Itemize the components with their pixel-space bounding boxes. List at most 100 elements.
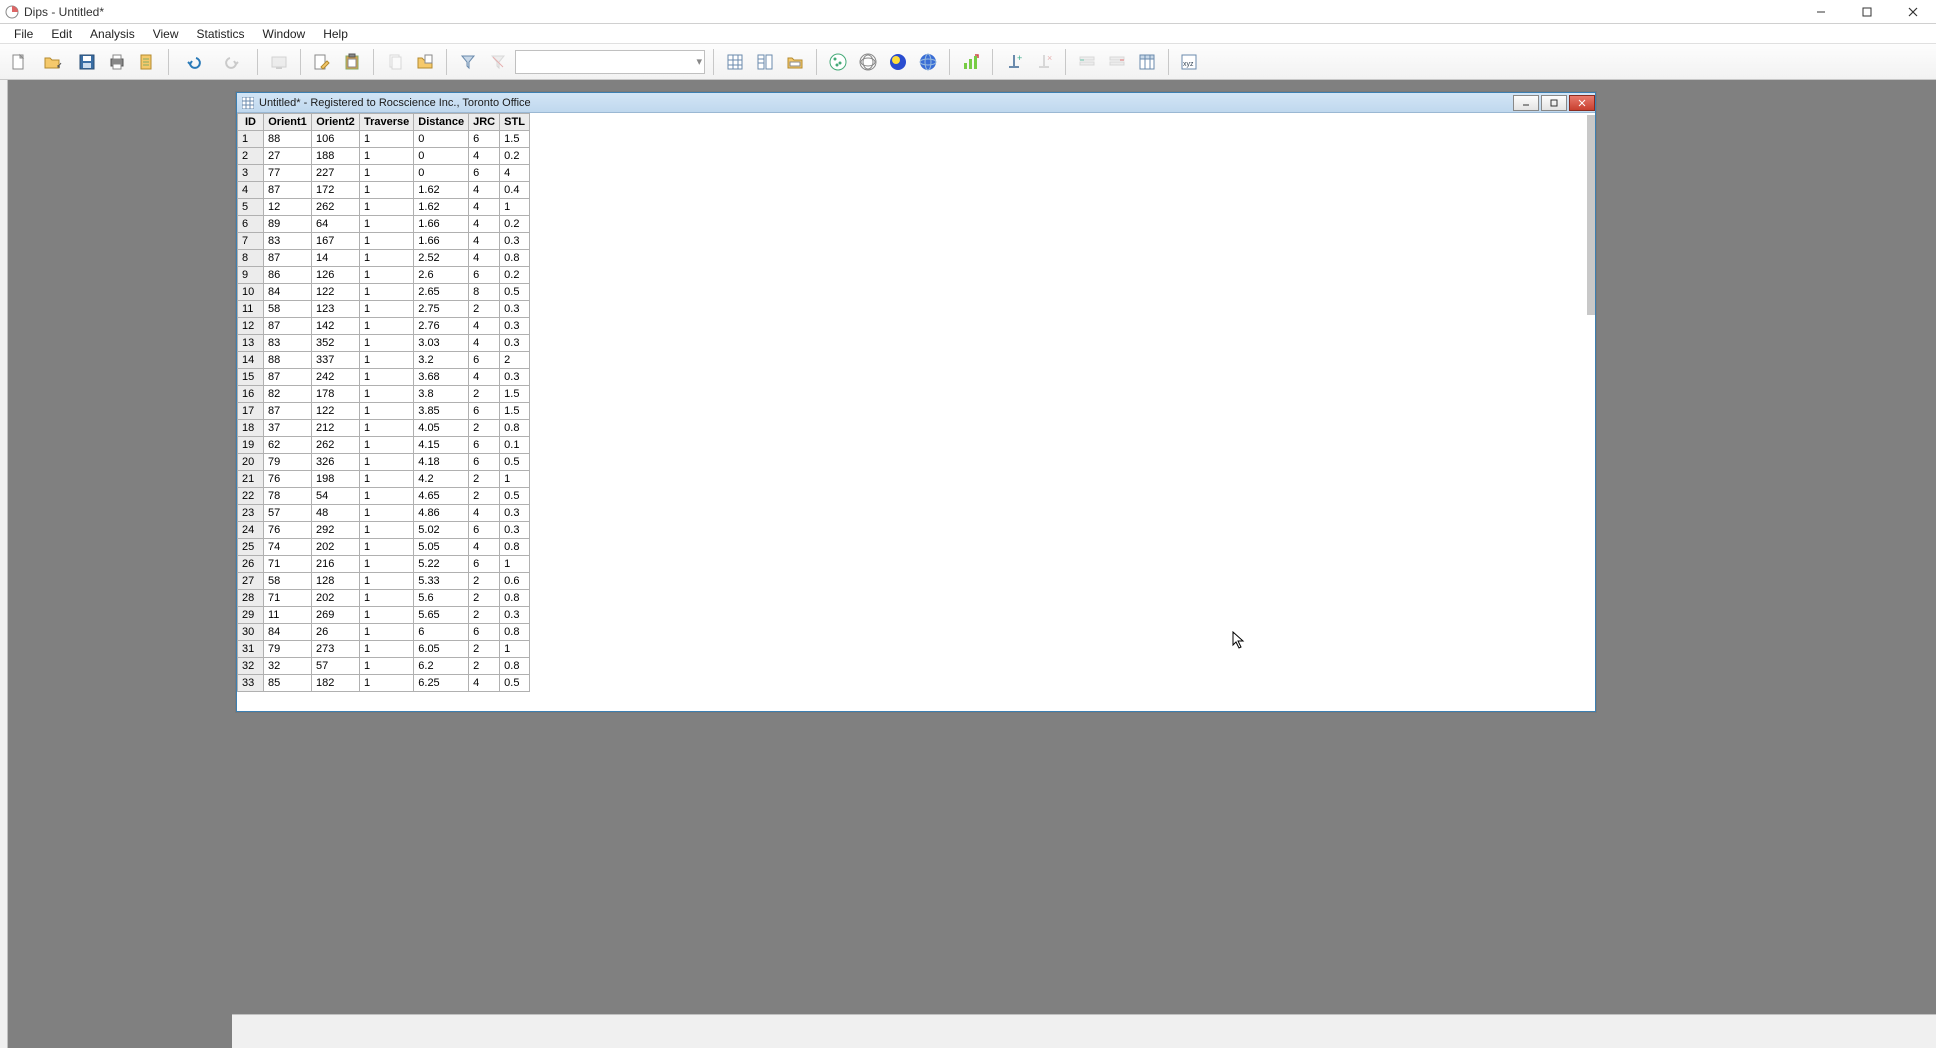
cell-orient1[interactable]: 62 — [264, 437, 312, 454]
cell-stl[interactable]: 0.8 — [500, 624, 530, 641]
cell-orient2[interactable]: 227 — [312, 165, 360, 182]
vertical-scrollbar[interactable] — [1587, 115, 1595, 315]
cell-traverse[interactable]: 1 — [360, 641, 414, 658]
cell-distance[interactable]: 1.66 — [414, 233, 469, 250]
cell-orient1[interactable]: 84 — [264, 284, 312, 301]
cell-id[interactable]: 11 — [238, 301, 264, 318]
cell-orient1[interactable]: 58 — [264, 301, 312, 318]
table-row[interactable]: 267121615.2261 — [238, 556, 530, 573]
table-row[interactable]: 275812815.3320.6 — [238, 573, 530, 590]
cell-orient2[interactable]: 242 — [312, 369, 360, 386]
menu-view[interactable]: View — [145, 25, 187, 43]
cell-orient2[interactable]: 262 — [312, 437, 360, 454]
cell-orient1[interactable]: 83 — [264, 335, 312, 352]
col-header-stl[interactable]: STL — [500, 114, 530, 131]
cell-orient2[interactable]: 57 — [312, 658, 360, 675]
cell-orient1[interactable]: 86 — [264, 267, 312, 284]
cell-distance[interactable]: 1.66 — [414, 216, 469, 233]
cell-jrc[interactable]: 2 — [469, 641, 500, 658]
cell-stl[interactable]: 2 — [500, 352, 530, 369]
cell-stl[interactable]: 0.3 — [500, 607, 530, 624]
cell-distance[interactable]: 0 — [414, 165, 469, 182]
cell-orient2[interactable]: 26 — [312, 624, 360, 641]
cell-jrc[interactable]: 2 — [469, 301, 500, 318]
cell-traverse[interactable]: 1 — [360, 352, 414, 369]
cell-distance[interactable]: 3.2 — [414, 352, 469, 369]
cell-traverse[interactable]: 1 — [360, 454, 414, 471]
table-row[interactable]: 291126915.6520.3 — [238, 607, 530, 624]
cell-traverse[interactable]: 1 — [360, 522, 414, 539]
cell-orient1[interactable]: 12 — [264, 199, 312, 216]
cell-id[interactable]: 18 — [238, 420, 264, 437]
cell-traverse[interactable]: 1 — [360, 590, 414, 607]
cell-stl[interactable]: 1.5 — [500, 131, 530, 148]
cell-stl[interactable]: 1.5 — [500, 386, 530, 403]
cell-orient2[interactable]: 202 — [312, 539, 360, 556]
cell-stl[interactable]: 0.8 — [500, 590, 530, 607]
cell-id[interactable]: 14 — [238, 352, 264, 369]
cell-orient1[interactable]: 71 — [264, 590, 312, 607]
cell-orient1[interactable]: 27 — [264, 148, 312, 165]
table-row[interactable]: 317927316.0521 — [238, 641, 530, 658]
data-grid[interactable]: ID Orient1 Orient2 Traverse Distance JRC… — [237, 113, 530, 692]
stereonet-pole-button[interactable] — [825, 49, 851, 75]
cell-orient2[interactable]: 337 — [312, 352, 360, 369]
cell-orient2[interactable]: 167 — [312, 233, 360, 250]
cell-traverse[interactable]: 1 — [360, 624, 414, 641]
delete-row-button[interactable] — [1104, 49, 1130, 75]
cell-distance[interactable]: 0 — [414, 148, 469, 165]
cell-orient1[interactable]: 83 — [264, 233, 312, 250]
chart-button[interactable] — [958, 49, 984, 75]
cell-id[interactable]: 15 — [238, 369, 264, 386]
cell-orient2[interactable]: 126 — [312, 267, 360, 284]
cell-distance[interactable]: 6.05 — [414, 641, 469, 658]
cell-id[interactable]: 7 — [238, 233, 264, 250]
maximize-button[interactable] — [1844, 0, 1890, 24]
cell-jrc[interactable]: 6 — [469, 454, 500, 471]
table-row[interactable]: 183721214.0520.8 — [238, 420, 530, 437]
cell-stl[interactable]: 1 — [500, 556, 530, 573]
cell-orient1[interactable]: 88 — [264, 352, 312, 369]
cell-orient1[interactable]: 76 — [264, 522, 312, 539]
cell-orient2[interactable]: 182 — [312, 675, 360, 692]
cell-jrc[interactable]: 6 — [469, 352, 500, 369]
split-view-button[interactable] — [752, 49, 778, 75]
table-row[interactable]: 32325716.220.8 — [238, 658, 530, 675]
cell-jrc[interactable]: 6 — [469, 403, 500, 420]
cell-orient1[interactable]: 57 — [264, 505, 312, 522]
cell-distance[interactable]: 3.03 — [414, 335, 469, 352]
cell-stl[interactable]: 0.3 — [500, 369, 530, 386]
cell-distance[interactable]: 3.68 — [414, 369, 469, 386]
cell-traverse[interactable]: 1 — [360, 131, 414, 148]
cell-jrc[interactable]: 2 — [469, 607, 500, 624]
insert-row-button[interactable] — [1074, 49, 1100, 75]
cell-traverse[interactable]: 1 — [360, 148, 414, 165]
cell-stl[interactable]: 0.8 — [500, 420, 530, 437]
copy-button[interactable] — [382, 49, 408, 75]
table-row[interactable]: 247629215.0260.3 — [238, 522, 530, 539]
cell-distance[interactable]: 6 — [414, 624, 469, 641]
table-row[interactable]: 51226211.6241 — [238, 199, 530, 216]
cell-stl[interactable]: 0.2 — [500, 216, 530, 233]
cell-distance[interactable]: 6.2 — [414, 658, 469, 675]
cell-traverse[interactable]: 1 — [360, 199, 414, 216]
clear-filter-button[interactable] — [485, 49, 511, 75]
cell-orient1[interactable]: 58 — [264, 573, 312, 590]
menu-edit[interactable]: Edit — [43, 25, 80, 43]
cell-orient2[interactable]: 292 — [312, 522, 360, 539]
paste-button[interactable] — [339, 49, 365, 75]
cell-orient2[interactable]: 48 — [312, 505, 360, 522]
cell-id[interactable]: 25 — [238, 539, 264, 556]
cell-id[interactable]: 10 — [238, 284, 264, 301]
cell-orient2[interactable]: 212 — [312, 420, 360, 437]
cell-traverse[interactable]: 1 — [360, 573, 414, 590]
filter-button[interactable] — [455, 49, 481, 75]
table-row[interactable]: 138335213.0340.3 — [238, 335, 530, 352]
grid-view-button[interactable] — [722, 49, 748, 75]
print-button[interactable] — [104, 49, 130, 75]
table-row[interactable]: 128714212.7640.3 — [238, 318, 530, 335]
cell-traverse[interactable]: 1 — [360, 284, 414, 301]
cell-id[interactable]: 23 — [238, 505, 264, 522]
cell-traverse[interactable]: 1 — [360, 335, 414, 352]
cell-distance[interactable]: 4.18 — [414, 454, 469, 471]
